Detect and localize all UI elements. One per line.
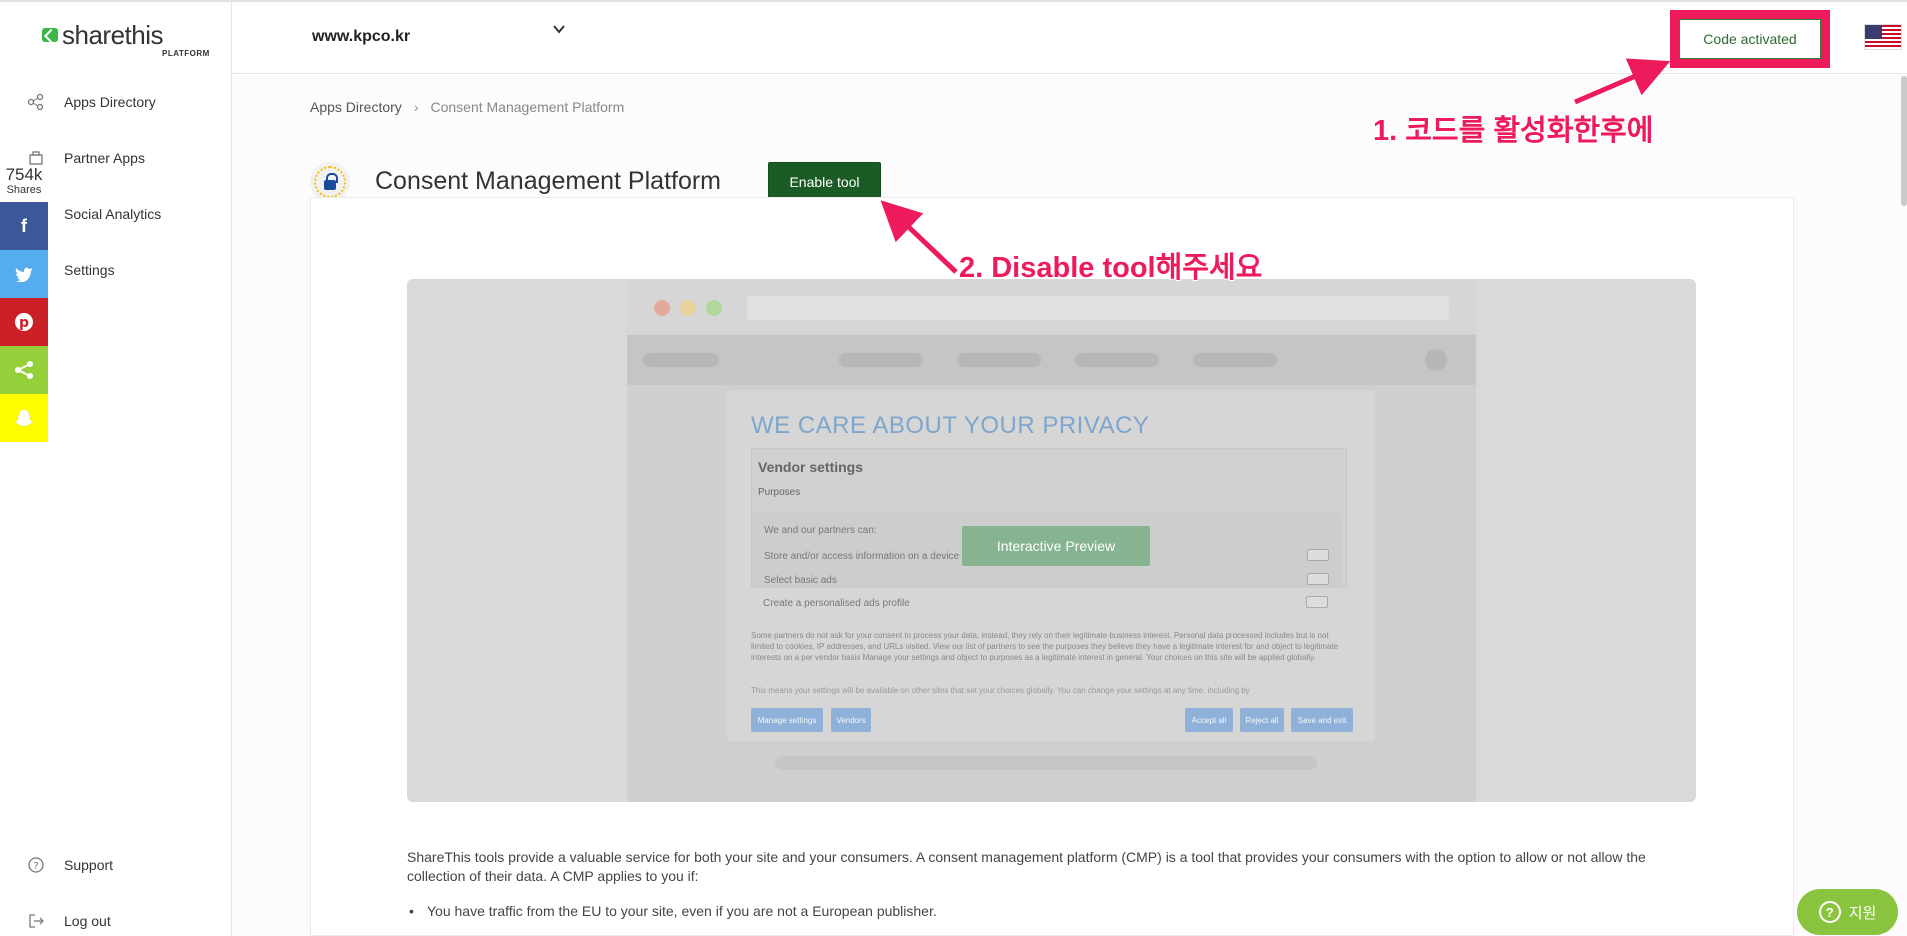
code-activated-highlight: Code activated [1670, 10, 1830, 68]
settings-note-text: This means your settings will be availab… [751, 686, 1250, 695]
partners-can-label: We and our partners can: [764, 525, 877, 536]
legitimate-interest-text: Some partners do not ask for your consen… [751, 631, 1339, 662]
share-icon [15, 361, 33, 379]
interactive-preview-button[interactable]: Interactive Preview [962, 526, 1150, 566]
sidebar-item-logout[interactable]: Log out [0, 901, 231, 936]
breadcrumb-current: Consent Management Platform [430, 99, 625, 115]
consent-lock-icon [310, 162, 350, 202]
footer-mockup [775, 756, 1317, 770]
purpose-toggle [1307, 549, 1329, 561]
reject-all-button: Reject all [1240, 708, 1284, 732]
share-logo-icon [42, 28, 58, 42]
manage-settings-button: Manage settings [751, 708, 823, 732]
share-count: 754k Shares [0, 165, 48, 197]
vendors-button: Vendors [831, 708, 871, 732]
facebook-icon: f [21, 215, 27, 236]
breadcrumb-separator: › [413, 99, 419, 115]
sidebar-item-label: Partner Apps [64, 150, 145, 166]
sidebar-item-label: Apps Directory [64, 94, 156, 110]
purposes-label: Purposes [758, 487, 801, 498]
breadcrumb-root[interactable]: Apps Directory [310, 99, 402, 115]
accept-all-button: Accept all [1185, 708, 1233, 732]
save-exit-button: Save and exit [1291, 708, 1353, 732]
enable-tool-button[interactable]: Enable tool [768, 162, 881, 202]
sidebar-item-label: Settings [64, 262, 115, 278]
logout-icon [26, 911, 46, 931]
breadcrumb: Apps Directory › Consent Management Plat… [310, 99, 624, 115]
sharethis-share-button[interactable] [0, 346, 48, 394]
domain-selector[interactable]: www.kpco.kr [312, 28, 410, 46]
browser-bar [627, 279, 1476, 335]
annotation-step-1: 1. 코드를 활성화한후에 [1373, 115, 1654, 147]
facebook-share-button[interactable]: f [0, 202, 48, 250]
vendor-settings-box: Vendor settings Purposes We and our part… [751, 448, 1347, 588]
logo-word: sharethis [62, 20, 164, 50]
share-count-label: Shares [6, 184, 42, 196]
share-count-number: 754k [5, 165, 43, 184]
help-label: 지원 [1848, 904, 1877, 922]
vendor-settings-label: Vendor settings [758, 459, 864, 475]
description-text: ShareThis tools provide a valuable servi… [407, 849, 1646, 884]
purpose-row: Create a personalised ads profile [763, 598, 910, 609]
purpose-row: Store and/or access information on a dev… [764, 551, 960, 562]
snapchat-icon [14, 409, 34, 427]
apps-icon [26, 92, 46, 112]
purpose-toggle [1306, 596, 1328, 608]
top-header: www.kpco.kr Code activated [232, 2, 1907, 74]
list-item: You have traffic from the EU to your sit… [409, 903, 937, 919]
site-nav-mockup [627, 335, 1476, 385]
privacy-heading: WE CARE ABOUT YOUR PRIVACY [751, 412, 1150, 439]
us-flag-icon[interactable] [1864, 24, 1902, 50]
twitter-share-button[interactable] [0, 250, 48, 298]
code-activated-button[interactable]: Code activated [1679, 19, 1821, 59]
chevron-down-icon[interactable] [552, 22, 566, 41]
question-icon: ? [1818, 901, 1841, 923]
snapchat-share-button[interactable] [0, 394, 48, 442]
sidebar: sharethis PLATFORM Apps Directory Partne… [0, 2, 232, 936]
pinterest-share-button[interactable]: p [0, 298, 48, 346]
purpose-row: Select basic ads [764, 575, 837, 586]
sidebar-item-label: Social Analytics [64, 206, 162, 222]
svg-text:?: ? [33, 861, 38, 872]
purpose-toggle [1307, 573, 1329, 585]
svg-text:p: p [19, 315, 29, 331]
url-bar [747, 296, 1449, 320]
twitter-icon [15, 267, 32, 282]
sidebar-item-apps-directory[interactable]: Apps Directory [0, 82, 231, 122]
logo-sub: PLATFORM [162, 49, 210, 58]
sidebar-item-support[interactable]: ? Support [0, 845, 231, 885]
pinterest-icon: p [15, 313, 33, 331]
scrollbar[interactable] [1901, 76, 1907, 206]
support-label: Support [64, 857, 114, 873]
page-title: Consent Management Platform [375, 167, 722, 195]
logout-label: Log out [64, 913, 111, 929]
question-circle-icon: ? [26, 855, 46, 875]
help-button[interactable]: ? 지원 [1797, 889, 1898, 935]
annotation-step-2: 2. Disable tool해주세요 [959, 252, 1263, 284]
